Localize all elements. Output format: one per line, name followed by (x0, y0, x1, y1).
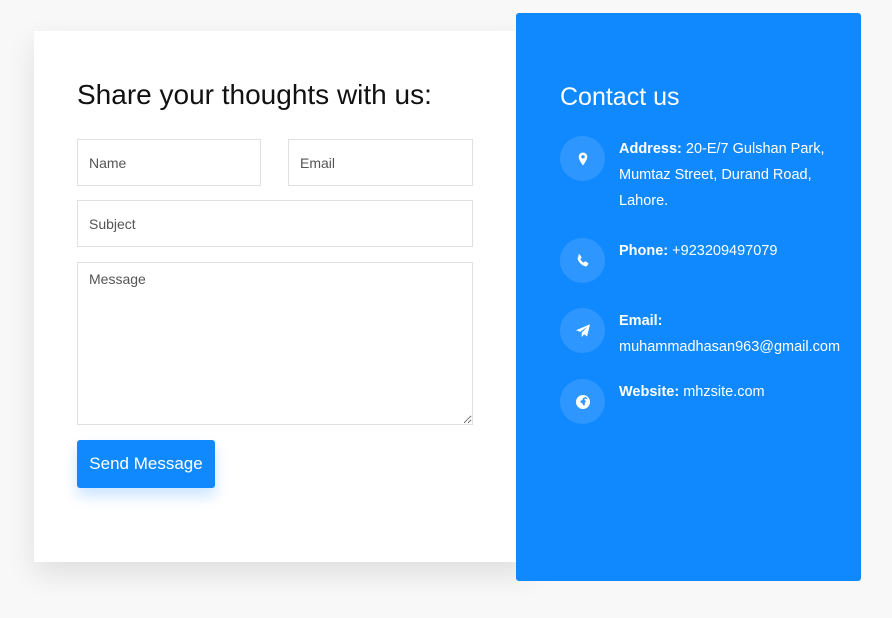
message-textarea[interactable] (77, 262, 473, 425)
email-value[interactable]: muhammadhasan963@gmail.com (619, 339, 840, 355)
subject-input[interactable] (77, 200, 473, 247)
form-title: Share your thoughts with us: (77, 79, 432, 110)
phone-row: Phone: +923209497079 (560, 238, 844, 283)
phone-icon (560, 238, 605, 283)
phone-value[interactable]: +923209497079 (672, 243, 777, 259)
address-row: Address: 20-E/7 Gulshan Park, Mumtaz Str… (560, 136, 844, 214)
contact-form-card: Share your thoughts with us: Send Messag… (34, 31, 530, 562)
website-row: Website: mhzsite.com (560, 379, 844, 424)
send-message-button[interactable]: Send Message (77, 440, 215, 488)
website-label: Website: (619, 384, 680, 400)
phone-label: Phone: (619, 243, 669, 259)
email-label: Email: (619, 313, 663, 329)
email-text: Email: muhammadhasan963@gmail.com (619, 308, 844, 360)
contact-info-card: Contact us Address: 20-E/7 Gulshan Park,… (516, 13, 861, 581)
globe-icon (560, 379, 605, 424)
name-input[interactable] (77, 139, 261, 186)
website-value[interactable]: mhzsite.com (683, 384, 764, 400)
map-marker-icon (560, 136, 605, 181)
address-label: Address: (619, 141, 682, 157)
paper-plane-icon (560, 308, 605, 353)
email-input[interactable] (288, 139, 473, 186)
website-text: Website: mhzsite.com (619, 379, 844, 405)
email-row: Email: muhammadhasan963@gmail.com (560, 308, 844, 360)
phone-text: Phone: +923209497079 (619, 238, 844, 264)
contact-title: Contact us (560, 83, 680, 111)
address-text: Address: 20-E/7 Gulshan Park, Mumtaz Str… (619, 136, 844, 214)
